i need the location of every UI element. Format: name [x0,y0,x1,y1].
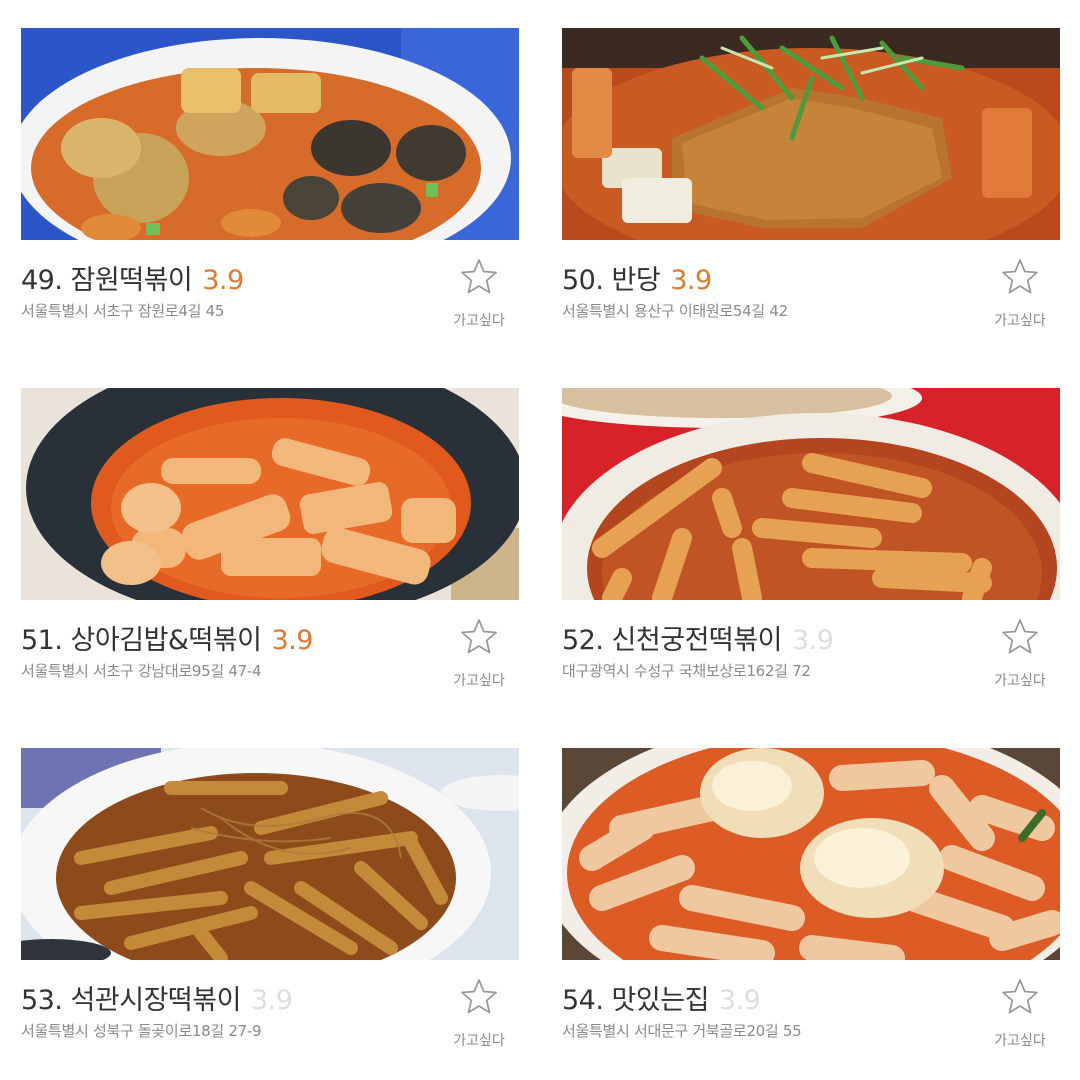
wishlist-button[interactable]: 가고싶다 [986,618,1054,692]
wishlist-label: 가고싶다 [453,1033,505,1049]
restaurant-address: 대구광역시 수성구 국채보상로162길 72 [562,662,811,680]
restaurant-rating: 3.9 [271,625,313,656]
wishlist-label: 가고싶다 [994,313,1046,329]
restaurant-rating: 3.9 [718,985,761,1016]
restaurant-name: 상아김밥&떡볶이 [70,625,262,656]
star-outline-icon [461,619,497,654]
restaurant-rank: 53. [21,985,63,1016]
restaurant-photo[interactable] [562,28,1060,240]
restaurant-rank: 49. [21,265,63,296]
wishlist-button[interactable]: 가고싶다 [986,258,1054,332]
restaurant-title[interactable]: 51. 상아김밥&떡볶이 3.9 [21,618,313,657]
restaurant-photo[interactable] [562,388,1060,600]
restaurant-rating: 3.9 [791,625,834,656]
restaurant-card: 54. 맛있는집 3.9 서울특별시 서대문구 거북골로20길 55 가고싶다 [562,748,1060,1078]
restaurant-photo[interactable] [21,28,519,240]
restaurant-rank: 54. [562,985,604,1016]
restaurant-photo[interactable] [21,388,519,600]
restaurant-rank: 50. [562,265,604,296]
restaurant-card: 51. 상아김밥&떡볶이 3.9 서울특별시 서초구 강남대로95길 47-4 가… [21,388,519,718]
restaurant-title[interactable]: 49. 잠원떡볶이 3.9 [21,258,244,297]
restaurant-title[interactable]: 54. 맛있는집 3.9 [562,978,761,1017]
wishlist-button[interactable]: 가고싶다 [445,618,513,692]
wishlist-button[interactable]: 가고싶다 [445,978,513,1052]
restaurant-photo[interactable] [562,748,1060,960]
wishlist-button[interactable]: 가고싶다 [445,258,513,332]
restaurant-card: 53. 석관시장떡볶이 3.9 서울특별시 성북구 돌곶이로18길 27-9 가고… [21,748,519,1078]
restaurant-rating: 3.9 [670,265,712,296]
restaurant-title[interactable]: 50. 반당 3.9 [562,258,712,297]
restaurant-address: 서울특별시 서초구 강남대로95길 47-4 [21,662,262,680]
restaurant-photo[interactable] [21,748,519,960]
star-outline-icon [461,259,497,294]
restaurant-card: 50. 반당 3.9 서울특별시 용산구 이태원로54길 42 가고싶다 [562,28,1060,358]
wishlist-label: 가고싶다 [453,313,505,329]
restaurant-name: 맛있는집 [611,985,710,1016]
restaurant-name: 잠원떡볶이 [70,265,193,296]
restaurant-title[interactable]: 53. 석관시장떡볶이 3.9 [21,978,293,1017]
star-outline-icon [1002,979,1038,1014]
restaurant-rating: 3.9 [250,985,293,1016]
wishlist-button[interactable]: 가고싶다 [986,978,1054,1052]
restaurant-address: 서울특별시 성북구 돌곶이로18길 27-9 [21,1022,262,1040]
restaurant-address: 서울특별시 용산구 이태원로54길 42 [562,302,788,320]
star-outline-icon [461,979,497,1014]
wishlist-label: 가고싶다 [453,673,505,689]
restaurant-name: 반당 [611,265,661,296]
restaurant-address: 서울특별시 서초구 잠원로4길 45 [21,302,225,320]
star-outline-icon [1002,619,1038,654]
restaurant-rank: 52. [562,625,604,656]
star-outline-icon [1002,259,1038,294]
wishlist-label: 가고싶다 [994,1033,1046,1049]
restaurant-card: 49. 잠원떡볶이 3.9 서울특별시 서초구 잠원로4길 45 가고싶다 [21,28,519,358]
restaurant-card: 52. 신천궁전떡볶이 3.9 대구광역시 수성구 국채보상로162길 72 가고… [562,388,1060,718]
restaurant-rating: 3.9 [202,265,244,296]
wishlist-label: 가고싶다 [994,673,1046,689]
restaurant-rank: 51. [21,625,63,656]
restaurant-title[interactable]: 52. 신천궁전떡볶이 3.9 [562,618,834,657]
restaurant-name: 신천궁전떡볶이 [611,625,783,656]
restaurant-address: 서울특별시 서대문구 거북골로20길 55 [562,1022,802,1040]
restaurant-name: 석관시장떡볶이 [70,985,242,1016]
